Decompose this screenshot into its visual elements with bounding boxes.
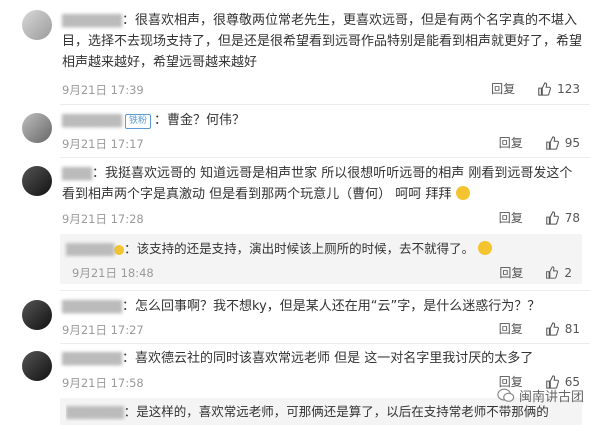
like-count: 2 xyxy=(564,265,572,280)
wechat-icon xyxy=(497,388,515,402)
like-button[interactable]: 2 xyxy=(545,266,572,280)
thumbs-up-icon xyxy=(545,135,559,150)
comment-text: ▇▇▇▇▇▇：很喜欢相声，很尊敬两位常老先生，更喜欢远哥，但是有两个名字真的不堪… xyxy=(62,13,583,70)
comment-actions: 回复 123 xyxy=(491,80,580,97)
divider xyxy=(60,290,590,291)
timestamp: 9月21日 17:39 xyxy=(62,83,144,97)
timestamp: 9月21日 18:48 xyxy=(72,266,154,280)
username[interactable]: ▇▇▇▇▇▇ xyxy=(62,351,122,366)
like-count: 123 xyxy=(557,81,580,96)
like-count: 95 xyxy=(564,135,580,150)
like-button[interactable]: 123 xyxy=(537,82,580,96)
comment-text: ▇▇▇：我挺喜欢远哥的 知道远哥是相声世家 所以很想听听远哥的相声 刚看到远哥发… xyxy=(62,166,573,202)
avatar[interactable] xyxy=(22,166,52,196)
divider xyxy=(60,157,590,158)
reply-button[interactable]: 回复 xyxy=(499,134,523,151)
like-count: 81 xyxy=(564,321,580,336)
username[interactable]: ▇▇▇▇▇▇ xyxy=(66,404,124,419)
username[interactable]: ▇▇▇▇▇▇ xyxy=(62,299,122,314)
username[interactable]: ▇▇▇ xyxy=(62,166,92,181)
comment-actions: 回复 78 xyxy=(499,209,580,226)
avatar[interactable] xyxy=(22,113,52,143)
watermark: 闽南讲古团 xyxy=(497,386,584,405)
reply-button[interactable]: 回复 xyxy=(499,320,523,337)
avatar[interactable] xyxy=(22,351,52,381)
reply-button[interactable]: 回复 xyxy=(499,209,523,226)
username[interactable]: ▇▇▇▇▇ xyxy=(66,241,114,256)
reply-text: ▇▇▇▇▇ ：该支持的还是支持，演出时候该上厕所的时候，去不就得了。 xyxy=(66,240,566,258)
emoji-icon xyxy=(478,241,493,255)
like-button[interactable]: 81 xyxy=(545,322,580,336)
smile-emoji-icon xyxy=(455,186,470,200)
thumbs-up-icon xyxy=(546,266,559,279)
timestamp: 9月21日 17:28 xyxy=(62,212,144,226)
fan-badge: 铁粉 xyxy=(125,114,152,129)
timestamp: 9月21日 17:17 xyxy=(62,137,144,151)
reply-box: ▇▇▇▇▇ ：该支持的还是支持，演出时候该上厕所的时候，去不就得了。 9月21日 … xyxy=(60,234,582,284)
thumbs-up-icon xyxy=(538,81,552,96)
username[interactable]: ▇▇▇▇▇▇ xyxy=(62,13,122,28)
divider xyxy=(60,343,590,344)
like-count: 78 xyxy=(564,210,580,225)
comment-actions: 回复 95 xyxy=(499,134,580,151)
timestamp: 9月21日 17:58 xyxy=(62,376,144,390)
timestamp: 9月21日 17:27 xyxy=(62,323,144,337)
reply-button[interactable]: 回复 xyxy=(491,80,515,97)
comment-actions: 回复 2 xyxy=(499,264,572,281)
comment-text: ▇▇▇▇▇▇ 铁粉 ：曹金？何伟？ xyxy=(62,113,246,129)
avatar[interactable] xyxy=(22,10,52,40)
avatar[interactable] xyxy=(22,300,52,330)
thumbs-up-icon xyxy=(545,210,559,225)
emoji-icon xyxy=(114,245,125,255)
like-button[interactable]: 95 xyxy=(545,136,580,150)
reply-button[interactable]: 回复 xyxy=(499,264,523,281)
like-button[interactable]: 78 xyxy=(545,211,580,225)
username[interactable]: ▇▇▇▇▇▇ xyxy=(62,113,122,128)
watermark-text: 闽南讲古团 xyxy=(518,390,584,405)
thumbs-up-icon xyxy=(545,321,559,336)
comment-text: ▇▇▇▇▇▇：喜欢德云社的同时该喜欢常远老师 但是 这一对名字里我讨厌的太多了 xyxy=(62,351,534,366)
reply-text: ▇▇▇▇▇▇：是这样的，喜欢常远老师，可那俩还是算了，以后在支持常老师不带那俩的 xyxy=(66,404,549,419)
divider xyxy=(60,104,590,105)
comment-text: ▇▇▇▇▇▇：怎么回事啊？我不想ky，但是某人还在用“云”字，是什么迷惑行为？？ xyxy=(62,299,541,314)
comment-actions: 回复 81 xyxy=(499,320,580,337)
